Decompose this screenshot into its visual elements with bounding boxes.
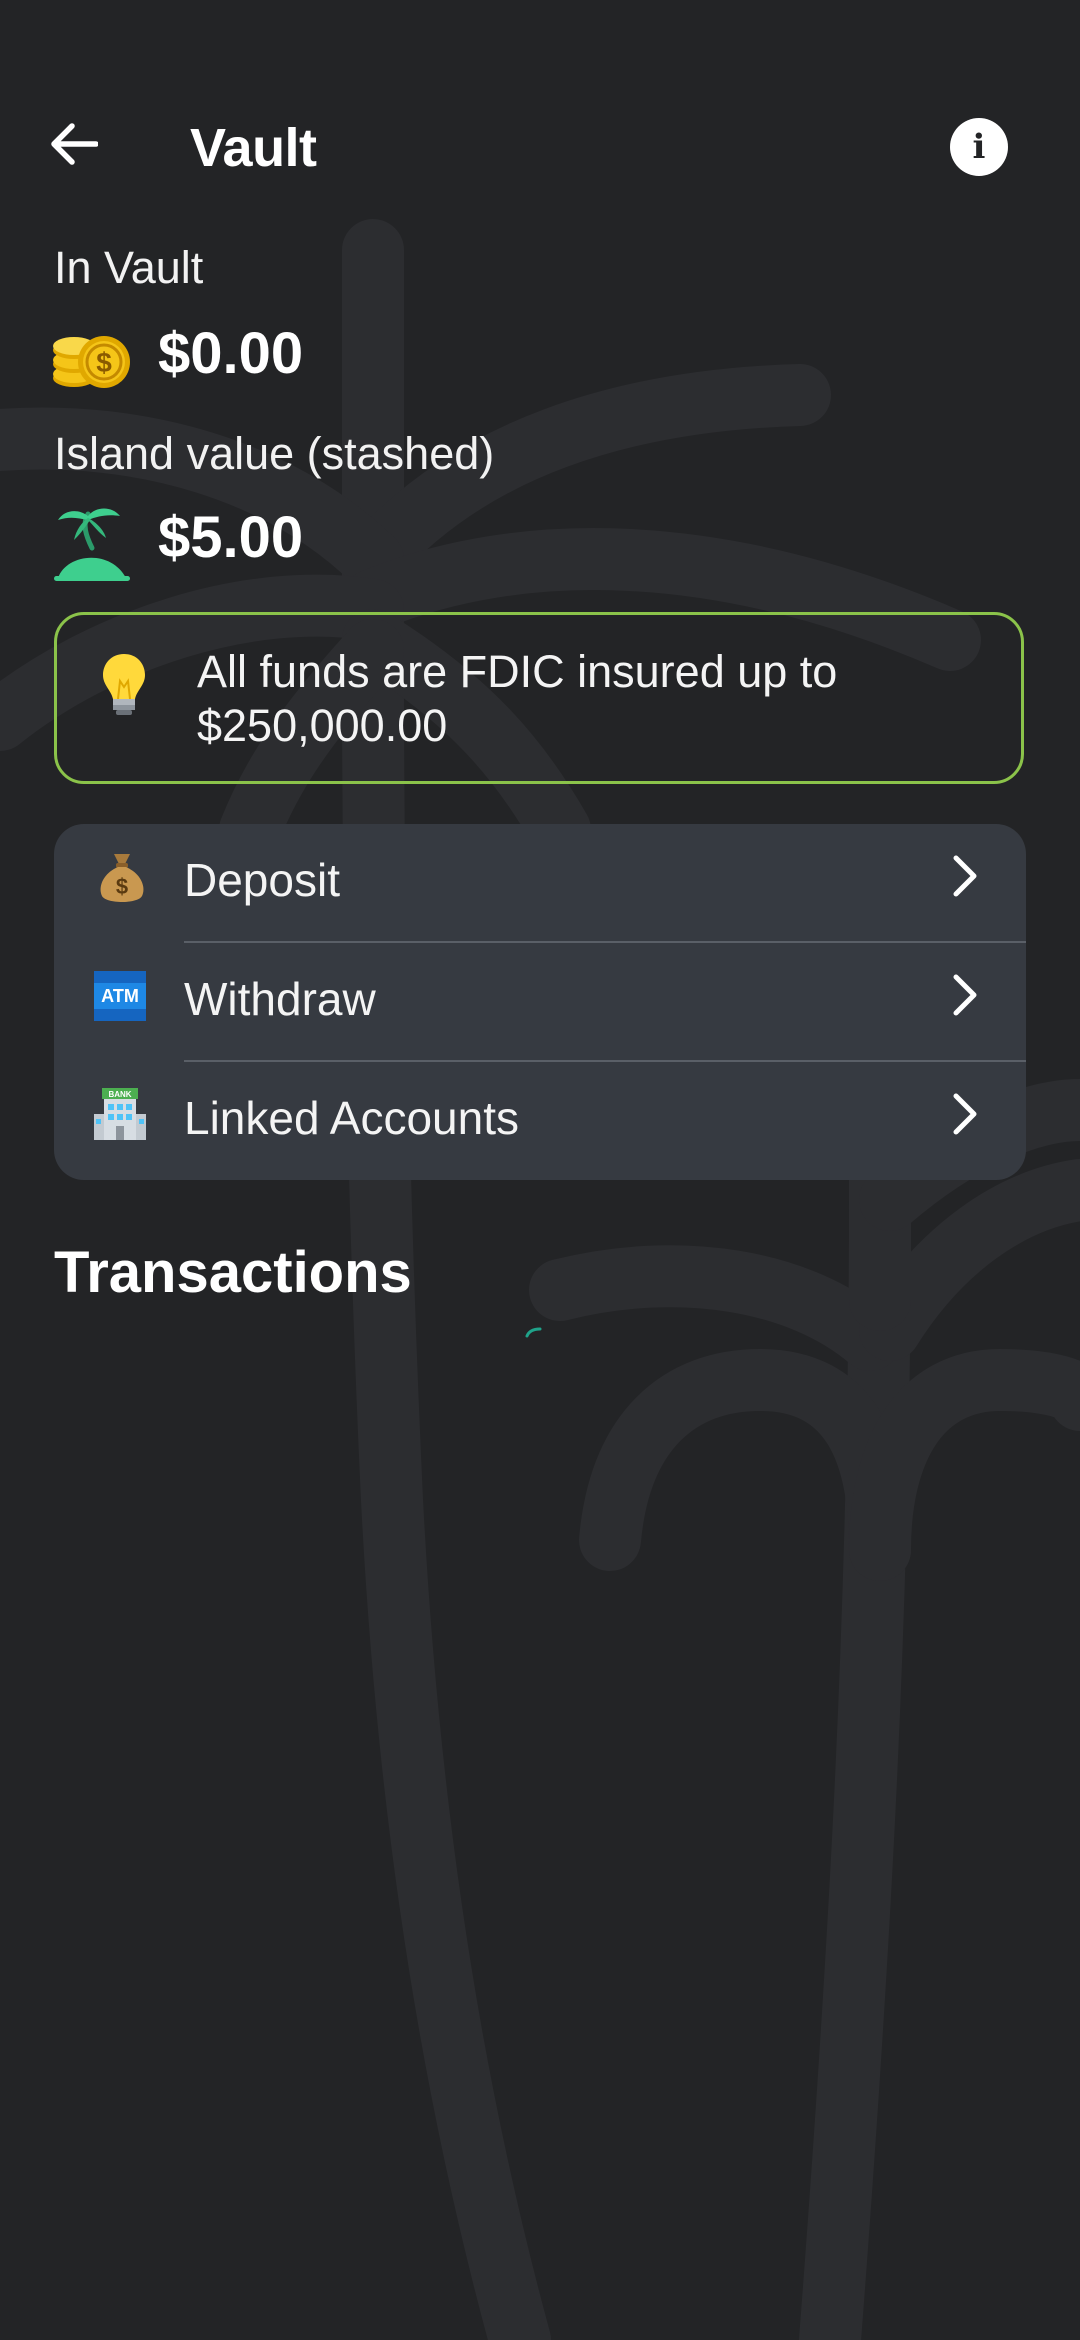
- transactions-heading: Transactions: [54, 1240, 412, 1305]
- svg-text:ATM: ATM: [101, 986, 139, 1006]
- atm-icon: ATM: [94, 971, 146, 1021]
- deposit-menu-item[interactable]: $ Deposit: [54, 824, 1026, 943]
- fdic-notice-text: All funds are FDIC insured up to $250,00…: [197, 646, 838, 751]
- island-value-amount: $5.00: [158, 505, 304, 570]
- chevron-right-icon: [953, 1093, 977, 1135]
- svg-text:$: $: [96, 347, 112, 378]
- lightbulb-icon: [103, 654, 145, 715]
- fdic-notice-card: All funds are FDIC insured up to $250,00…: [54, 612, 1024, 784]
- chevron-right-icon: [953, 974, 977, 1016]
- withdraw-menu-item[interactable]: ATM Withdraw: [54, 943, 1026, 1062]
- island-icon: [54, 508, 130, 581]
- info-icon: i: [972, 127, 986, 167]
- linked-accounts-label: Linked Accounts: [184, 1092, 520, 1144]
- arrow-left-icon: [51, 123, 98, 165]
- chevron-right-icon: [953, 855, 977, 897]
- page-title: Vault: [190, 118, 317, 178]
- info-button[interactable]: i: [950, 118, 1008, 176]
- loading-spinner-icon: [525, 1327, 542, 1338]
- in-vault-label: In Vault: [54, 242, 204, 293]
- withdraw-label: Withdraw: [184, 973, 376, 1025]
- deposit-label: Deposit: [184, 854, 340, 906]
- linked-accounts-menu-item[interactable]: BANK Linked Accounts: [54, 1062, 1026, 1180]
- vault-actions-menu: $ Deposit ATM Withdraw BANK Linked Accou…: [54, 824, 1026, 1180]
- in-vault-amount: $0.00: [158, 321, 304, 386]
- back-button[interactable]: [46, 116, 102, 172]
- coins-icon: $: [53, 336, 130, 388]
- bank-icon: BANK: [94, 1088, 146, 1140]
- svg-text:BANK: BANK: [108, 1090, 131, 1099]
- island-value-label: Island value (stashed): [54, 428, 495, 479]
- money-bag-icon: $: [100, 854, 144, 902]
- svg-text:$: $: [116, 874, 128, 899]
